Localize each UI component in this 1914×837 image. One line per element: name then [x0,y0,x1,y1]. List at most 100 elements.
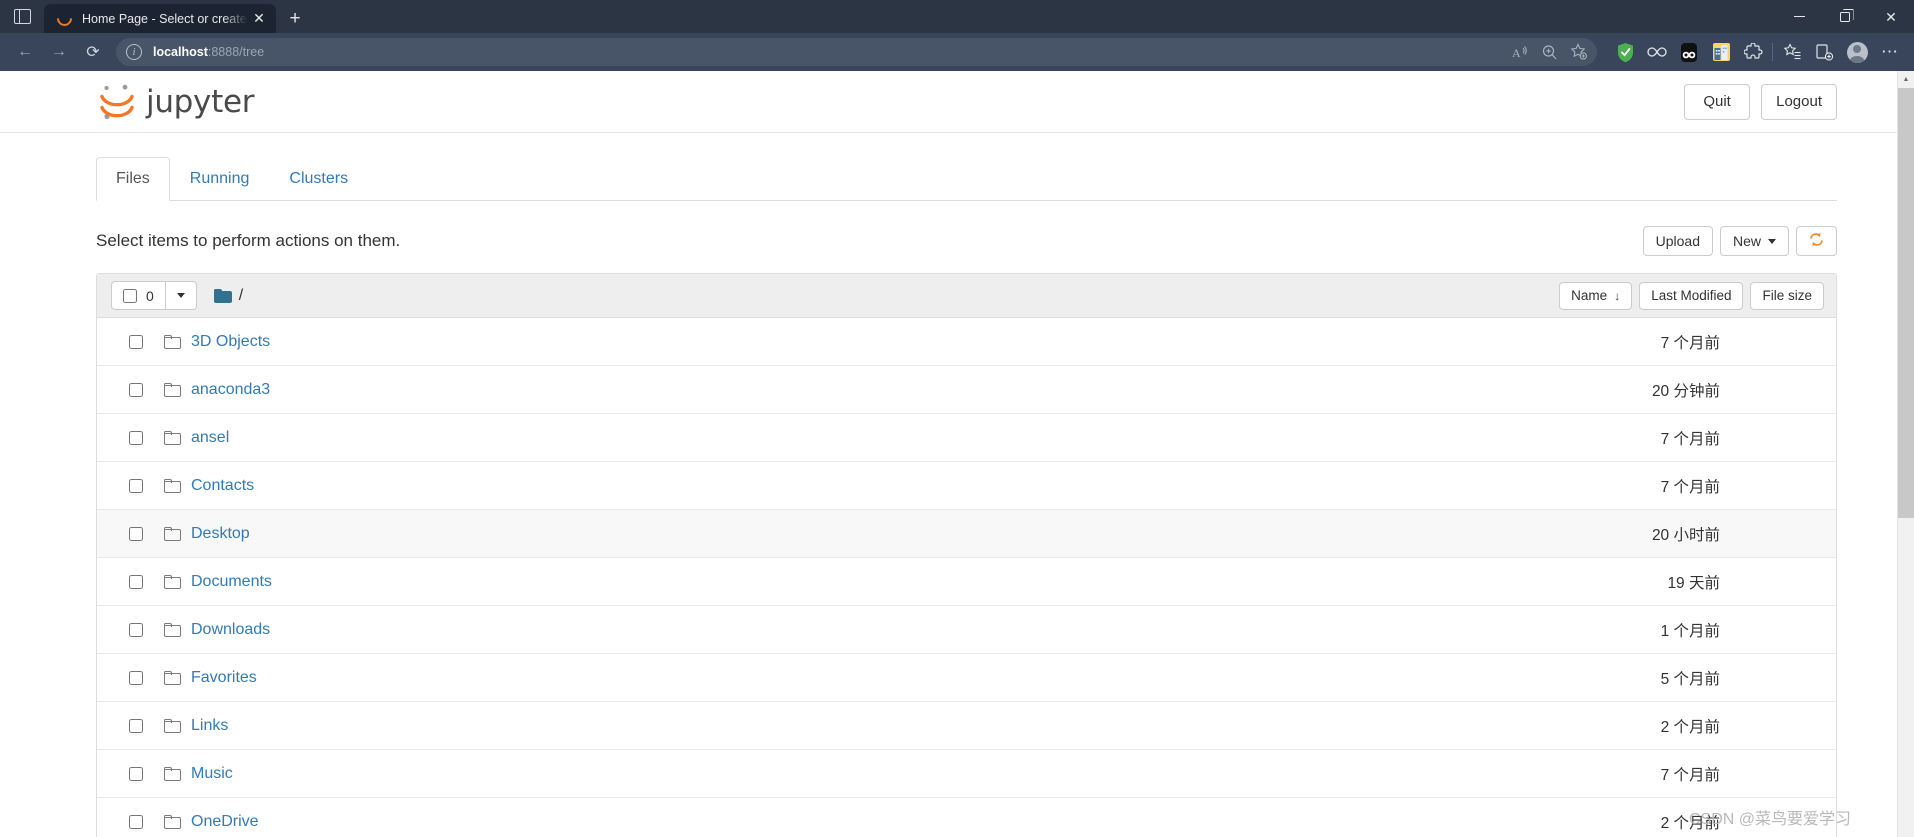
row-checkbox[interactable] [129,382,143,397]
browser-settings-icon[interactable]: ⋯ [1874,37,1906,67]
row-name-link[interactable]: 3D Objects [191,333,270,351]
tab-actions-icon[interactable] [0,0,44,33]
table-row[interactable]: OneDrive 2 个月前 [97,798,1836,837]
row-modified: 5 个月前 [1660,670,1720,688]
jupyter-logo[interactable]: jupyter [96,82,254,122]
row-name-link[interactable]: Downloads [191,621,270,639]
row-checkbox[interactable] [129,478,143,493]
adblock-shield-icon[interactable] [1609,37,1641,67]
tab-clusters[interactable]: Clusters [269,157,368,201]
infinity-icon[interactable] [1641,37,1673,67]
tab-files[interactable]: Files [96,156,170,201]
page-viewport: jupyter Quit Logout Files Running Cluste… [0,71,1914,837]
minimize-icon[interactable] [1776,0,1822,33]
svg-text:A: A [1512,46,1521,60]
site-info-icon[interactable]: i [126,44,142,60]
upload-button[interactable]: Upload [1642,226,1713,256]
window-controls: ✕ [1776,0,1914,33]
row-name-link[interactable]: Music [191,765,233,783]
maximize-icon[interactable] [1822,0,1868,33]
refresh-button[interactable] [1796,226,1837,256]
jupyter-header: jupyter Quit Logout [0,71,1897,133]
address-bar[interactable]: i localhost:8888/tree A [116,38,1597,66]
folder-icon [164,670,181,685]
row-checkbox[interactable] [129,718,143,733]
reload-icon[interactable]: ⟳ [76,37,110,67]
tab-title: Home Page - Select or create a n [82,11,248,26]
quit-button[interactable]: Quit [1684,83,1751,120]
browser-tab[interactable]: Home Page - Select or create a n ✕ [44,4,276,33]
folder-icon [164,766,181,781]
row-modified: 2 个月前 [1660,718,1720,736]
row-name-link[interactable]: Desktop [191,525,250,543]
checkbox-icon [123,288,137,303]
panda-icon[interactable] [1673,37,1705,67]
row-checkbox[interactable] [129,815,143,829]
table-row[interactable]: anaconda3 20 分钟前 [97,366,1836,414]
sort-last-modified-button[interactable]: Last Modified [1639,281,1744,310]
row-checkbox[interactable] [129,622,143,637]
row-name-link[interactable]: Documents [191,573,272,591]
row-checkbox[interactable] [129,334,143,349]
caret-down-icon [176,293,185,298]
table-row[interactable]: ansel 7 个月前 [97,414,1836,462]
table-row[interactable]: Favorites 5 个月前 [97,654,1836,702]
avatar[interactable] [1840,37,1874,67]
row-name-link[interactable]: Favorites [191,669,257,687]
row-modified: 7 个月前 [1660,334,1720,352]
table-row[interactable]: Documents 19 天前 [97,558,1836,606]
table-row[interactable]: Downloads 1 个月前 [97,606,1836,654]
folder-icon [164,718,181,733]
add-favorite-icon[interactable] [1564,39,1593,65]
toolbar-divider [1772,43,1773,61]
sort-file-size-button[interactable]: File size [1750,281,1824,310]
read-aloud-icon[interactable]: A [1506,39,1535,65]
breadcrumb[interactable]: / [213,287,243,305]
city-icon[interactable] [1705,37,1737,67]
table-row[interactable]: Contacts 7 个月前 [97,462,1836,510]
collections-icon[interactable] [1808,37,1840,67]
row-name-link[interactable]: anaconda3 [191,381,270,399]
tab-running[interactable]: Running [170,157,270,201]
page-scrollbar[interactable]: ▲ [1897,71,1914,837]
puzzle-extensions-icon[interactable] [1737,37,1769,67]
new-tab-button[interactable]: + [280,4,310,33]
new-button[interactable]: New [1719,226,1789,256]
folder-icon [164,334,181,349]
omnibox-actions: A [1506,39,1593,65]
folder-icon [213,288,232,303]
jupyter-wordmark: jupyter [146,83,255,120]
selected-count: 0 [146,287,154,304]
folder-icon [164,478,181,493]
table-row[interactable]: Desktop 20 小时前 [97,510,1836,558]
row-name-link[interactable]: ansel [191,429,229,447]
folder-icon [164,622,181,637]
favorites-list-icon[interactable] [1776,37,1808,67]
scrollbar-track[interactable] [1897,88,1914,837]
jupyter-page: jupyter Quit Logout Files Running Cluste… [0,71,1897,837]
table-row[interactable]: 3D Objects 7 个月前 [97,318,1836,366]
select-all-checkbox[interactable]: 0 [111,281,166,310]
table-row[interactable]: Music 7 个月前 [97,750,1836,798]
forward-icon[interactable]: → [42,37,76,67]
scrollbar-thumb[interactable] [1897,88,1914,518]
action-row: Select items to perform actions on them.… [96,223,1837,259]
row-checkbox[interactable] [129,526,143,541]
select-dropdown-button[interactable] [165,281,197,310]
folder-icon [164,526,181,541]
row-checkbox[interactable] [129,766,143,781]
row-name-link[interactable]: Contacts [191,477,254,495]
row-checkbox[interactable] [129,430,143,445]
row-name-link[interactable]: Links [191,717,228,735]
row-name-link[interactable]: OneDrive [191,813,259,831]
table-row[interactable]: Links 2 个月前 [97,702,1836,750]
zoom-icon[interactable] [1535,39,1564,65]
row-checkbox[interactable] [129,670,143,685]
back-icon[interactable]: ← [8,37,42,67]
scroll-up-icon[interactable]: ▲ [1898,71,1914,88]
close-window-icon[interactable]: ✕ [1868,0,1914,33]
close-icon[interactable]: ✕ [248,8,270,30]
logout-button[interactable]: Logout [1761,83,1837,120]
sort-name-button[interactable]: Name ↓ [1559,281,1633,310]
row-checkbox[interactable] [129,574,143,589]
